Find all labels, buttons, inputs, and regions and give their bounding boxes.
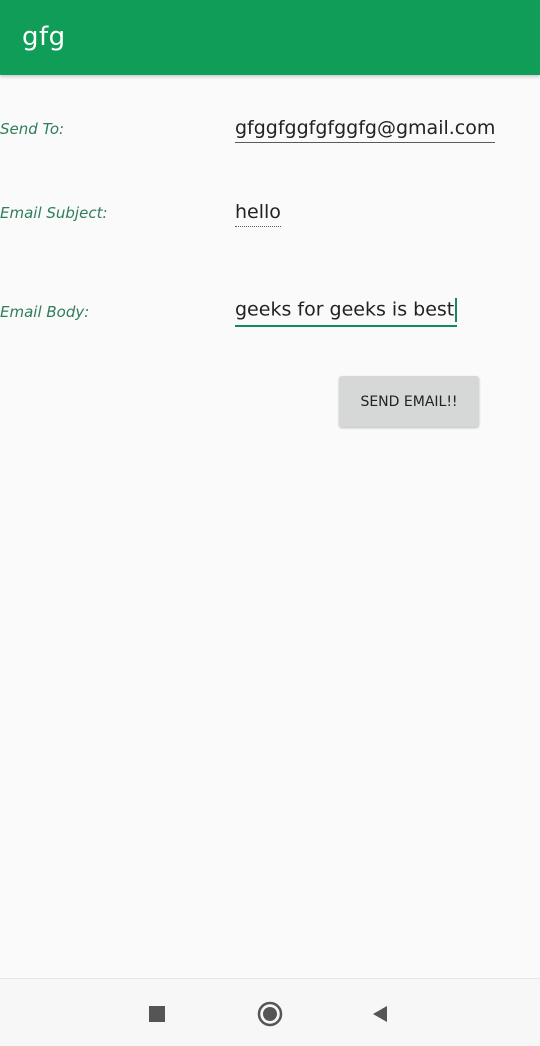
send-to-label: Send To: [0,120,65,138]
system-navigation-bar [0,978,540,1046]
text-cursor [455,298,458,322]
recents-square-icon [149,1006,165,1022]
send-to-value: gfggfggfgfggfg@gmail.com [235,117,496,139]
email-screen: gfg Send To: gfggfggfgfggfg@gmail.com Em… [0,0,540,1046]
email-subject-label: Email Subject: [0,204,108,222]
back-triangle-icon [373,1006,387,1022]
app-bar: gfg [0,0,540,75]
app-title: gfg [22,22,66,52]
send-email-button[interactable]: SEND EMAIL!! [339,376,479,427]
send-to-input[interactable]: gfggfggfgfggfg@gmail.com [235,117,496,143]
recents-button[interactable] [140,997,174,1031]
home-button[interactable] [253,997,287,1031]
email-body-value: geeks for geeks is best [235,298,455,321]
home-circle-icon [257,1001,283,1027]
email-subject-value: hello [235,201,281,223]
email-body-input[interactable]: geeks for geeks is best [235,298,458,327]
email-subject-input[interactable]: hello [235,201,281,227]
email-body-label: Email Body: [0,303,90,321]
back-button[interactable] [363,997,397,1031]
